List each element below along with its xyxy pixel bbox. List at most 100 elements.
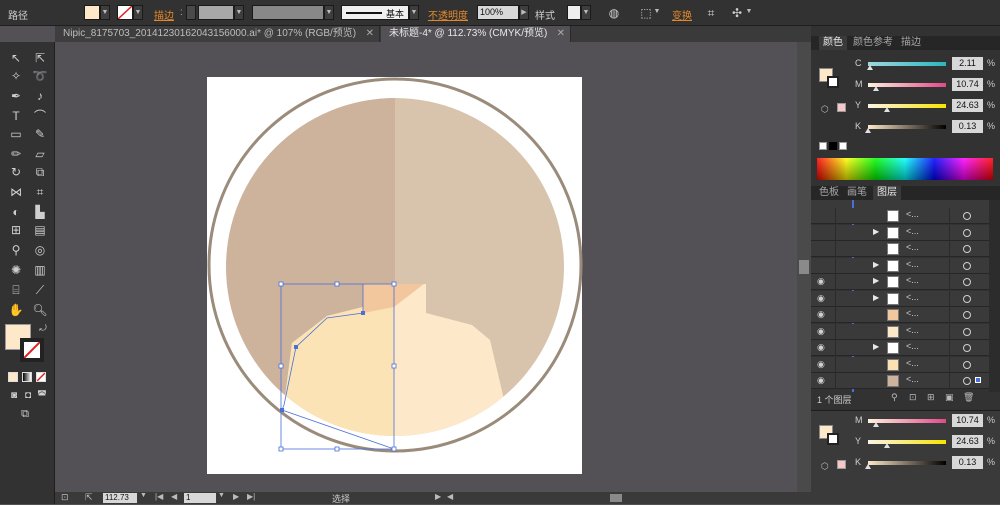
lock-column[interactable] xyxy=(835,356,836,373)
layer-row[interactable]: ◉ ▶ <... xyxy=(811,290,989,307)
lock-column[interactable] xyxy=(835,224,836,241)
layer-row[interactable]: ◉ ▶ <... xyxy=(811,340,989,356)
visibility-eye-icon[interactable]: ◉ xyxy=(817,276,825,287)
tab-color-guide[interactable]: 颜色参考 xyxy=(849,36,897,50)
channel-value-input[interactable]: 24.63 xyxy=(952,435,983,448)
layer-name[interactable]: <... xyxy=(906,242,919,252)
lock-column[interactable] xyxy=(835,307,836,323)
locate-object-icon[interactable]: ⚲ xyxy=(891,392,898,403)
layer-name[interactable]: <... xyxy=(906,259,919,269)
channel-value-input[interactable]: 0.13 xyxy=(952,120,983,133)
target-circle-icon[interactable] xyxy=(963,245,971,253)
tab-color[interactable]: 颜色 xyxy=(819,36,847,50)
lock-column[interactable] xyxy=(835,208,836,224)
layer-row[interactable]: ▶ <... xyxy=(811,224,989,241)
layers-scrollbar[interactable] xyxy=(989,200,1000,394)
layer-name[interactable]: <... xyxy=(906,308,919,318)
scroll-left-icon[interactable]: ◀ xyxy=(447,492,453,501)
tab-swatches[interactable]: 色板 xyxy=(815,186,843,200)
visibility-eye-icon[interactable]: ◉ xyxy=(817,342,825,353)
vertical-scroll-thumb[interactable] xyxy=(799,260,809,274)
color-spectrum[interactable] xyxy=(817,158,993,180)
target-circle-icon[interactable] xyxy=(963,278,971,286)
layer-name[interactable]: <... xyxy=(906,226,919,236)
status-menu-arrow[interactable]: ▶ xyxy=(435,492,441,501)
target-circle-icon[interactable] xyxy=(963,261,971,270)
new-sublayer-icon[interactable]: ⊞ xyxy=(927,392,935,403)
layer-name[interactable]: <... xyxy=(906,358,919,368)
white-swatch[interactable] xyxy=(839,142,847,150)
channel-value-input[interactable]: 2.11 xyxy=(952,57,983,70)
status-icon[interactable]: ⊡ xyxy=(61,492,69,503)
slider-knob[interactable] xyxy=(867,65,873,70)
target-circle-icon[interactable] xyxy=(963,344,971,352)
lock-column[interactable] xyxy=(835,241,836,257)
layer-row[interactable]: ▶ <... xyxy=(811,257,989,274)
visibility-eye-icon[interactable]: ◉ xyxy=(817,359,825,370)
channel-slider-track[interactable] xyxy=(868,419,946,423)
layer-row[interactable]: ◉ <... xyxy=(811,356,989,373)
share-icon[interactable]: ⇱ xyxy=(85,492,93,503)
artboard-dropdown[interactable]: ▼ xyxy=(218,492,225,499)
zoom-dropdown[interactable]: ▼ xyxy=(140,492,147,499)
layer-name[interactable]: <... xyxy=(906,292,919,302)
layer-row[interactable]: ◉ <... xyxy=(811,323,989,340)
slider-knob[interactable] xyxy=(865,464,871,469)
layer-row[interactable]: ◉ <... xyxy=(811,307,989,323)
zoom-input[interactable]: 112.73 xyxy=(103,493,137,503)
expand-triangle-icon[interactable]: ▶ xyxy=(873,276,879,285)
channel-slider-track[interactable] xyxy=(868,125,946,129)
layer-name[interactable]: <... xyxy=(906,374,919,384)
channel-slider-track[interactable] xyxy=(868,83,946,87)
target-circle-icon[interactable] xyxy=(963,327,971,336)
channel-slider-track[interactable] xyxy=(868,440,946,444)
visibility-eye-icon[interactable]: ◉ xyxy=(817,326,825,337)
layer-row[interactable]: ◉ <... xyxy=(811,373,989,389)
visibility-eye-icon[interactable]: ◉ xyxy=(817,293,825,304)
target-circle-icon[interactable] xyxy=(963,294,971,303)
tab-layers[interactable]: 图层 xyxy=(873,186,901,200)
layer-name[interactable]: <... xyxy=(906,341,919,351)
last-artboard-icon[interactable]: ▶| xyxy=(247,492,255,501)
tab-brushes[interactable]: 画笔 xyxy=(843,186,871,200)
target-circle-icon[interactable] xyxy=(963,360,971,369)
channel-value-input[interactable]: 10.74 xyxy=(952,78,983,91)
clipping-mask-icon[interactable]: ⊡ xyxy=(909,392,917,403)
target-circle-icon[interactable] xyxy=(963,377,971,385)
target-circle-icon[interactable] xyxy=(963,311,971,319)
delete-layer-icon[interactable]: 🗑︎ xyxy=(963,392,974,403)
expand-triangle-icon[interactable]: ▶ xyxy=(873,260,879,269)
next-artboard-icon[interactable]: ▶ xyxy=(233,492,239,501)
visibility-eye-icon[interactable]: ◉ xyxy=(817,375,825,386)
slider-knob[interactable] xyxy=(873,422,879,427)
horizontal-scroll-thumb[interactable] xyxy=(610,494,622,502)
slider-knob[interactable] xyxy=(884,443,890,448)
expand-triangle-icon[interactable]: ▶ xyxy=(873,227,879,236)
lock-column[interactable] xyxy=(835,323,836,340)
channel-slider-track[interactable] xyxy=(868,461,946,465)
expand-triangle-icon[interactable]: ▶ xyxy=(873,293,879,302)
none-swatch[interactable] xyxy=(819,142,827,150)
first-artboard-icon[interactable]: |◀ xyxy=(155,492,163,501)
lock-column[interactable] xyxy=(835,274,836,290)
lock-column[interactable] xyxy=(835,373,836,389)
lock-column[interactable] xyxy=(835,340,836,356)
black-swatch[interactable] xyxy=(829,142,837,150)
layer-name[interactable]: <... xyxy=(906,325,919,335)
slider-knob[interactable] xyxy=(865,128,871,133)
prev-artboard-icon[interactable]: ◀ xyxy=(171,492,177,501)
tab-stroke[interactable]: 描边 xyxy=(897,36,925,50)
new-layer-icon[interactable]: ▣ xyxy=(945,392,954,403)
slider-knob[interactable] xyxy=(884,107,890,112)
target-circle-icon[interactable] xyxy=(963,212,971,220)
artboard-number-input[interactable]: 1 xyxy=(184,493,216,503)
layer-row[interactable]: ◉ ▶ <... xyxy=(811,274,989,290)
layer-name[interactable]: <... xyxy=(906,275,919,285)
layer-name[interactable]: <... xyxy=(906,209,919,219)
slider-knob[interactable] xyxy=(873,86,879,91)
expand-triangle-icon[interactable]: ▶ xyxy=(873,342,879,351)
channel-value-input[interactable]: 24.63 xyxy=(952,99,983,112)
channel-value-input[interactable]: 10.74 xyxy=(952,414,983,427)
visibility-eye-icon[interactable]: ◉ xyxy=(817,309,825,320)
target-circle-icon[interactable] xyxy=(963,228,971,237)
